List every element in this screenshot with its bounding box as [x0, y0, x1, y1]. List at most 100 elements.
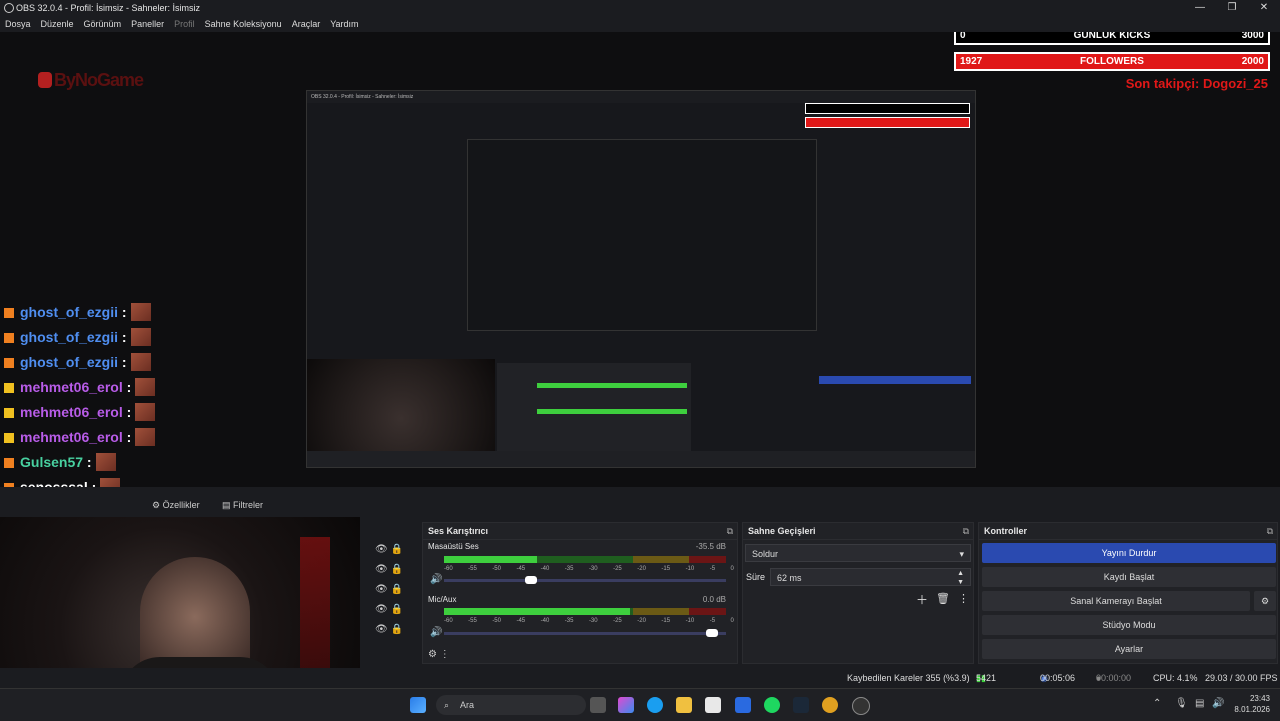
edge-icon[interactable] [647, 697, 663, 713]
search-icon: ⌕ [444, 700, 450, 710]
chat-username: mehmet06_erol [20, 429, 123, 445]
tick-label: -45 [516, 618, 526, 624]
start-virtual-camera-button[interactable]: Sanal Kamerayı Başlat [982, 591, 1250, 611]
trash-icon[interactable]: 🗑 [936, 592, 950, 605]
chat-message: Gulsen57 : [4, 450, 304, 475]
source-row[interactable]: 👁 🔒 [361, 560, 411, 580]
taskbar-search[interactable]: ⌕ Ara [436, 695, 586, 715]
source-row[interactable]: 👁 🔒 [361, 600, 411, 620]
tick-label: -20 [637, 566, 646, 572]
filters-button[interactable]: ▤ Filtreler [222, 494, 263, 516]
start-recording-button[interactable]: Kaydı Başlat [982, 567, 1276, 587]
menu-view[interactable]: Görünüm [79, 16, 127, 32]
tick-label: -15 [661, 566, 671, 572]
tick-label: -50 [492, 566, 501, 572]
network-icon[interactable]: ▤ [1195, 698, 1204, 709]
chat-badge-icon [4, 458, 14, 468]
tick-label: -40 [540, 566, 550, 572]
cpu-usage: CPU: 4.1% [1153, 673, 1198, 683]
task-view-icon[interactable] [590, 697, 606, 713]
transition-select[interactable]: Soldur ▾ [745, 544, 971, 562]
channel-db: 0.0 dB [702, 595, 726, 604]
menu-docks[interactable]: Paneller [126, 16, 169, 32]
properties-button[interactable]: ⚙ Özellikler [152, 494, 200, 516]
preview-canvas[interactable]: ByNoGame 0 GÜNLÜK KICKS 3000 1927 FOLLOW… [0, 32, 1280, 487]
menu-help[interactable]: Yardım [325, 16, 363, 32]
clock[interactable]: 23:43 8.01.2026 [1234, 693, 1270, 715]
mute-icon[interactable]: 🔊 [430, 574, 442, 585]
steam-icon[interactable] [793, 697, 809, 713]
channel-name: Masaüstü Ses [428, 542, 479, 551]
tick-label: 0 [730, 566, 734, 572]
volume-icon[interactable]: 🔊 [1212, 698, 1224, 709]
chat-message: ghost_of_ezgii : [4, 300, 304, 325]
dock-float-icon[interactable]: ⧉ [727, 523, 733, 539]
tick-label: -20 [637, 618, 646, 624]
chat-badge-icon [4, 408, 14, 418]
tick-label: -30 [588, 618, 598, 624]
tick-label: -35 [564, 618, 574, 624]
tick-label: -10 [685, 618, 695, 624]
source-row[interactable]: 👁 🔒 [361, 620, 411, 640]
menu-scene-collection[interactable]: Sahne Koleksiyonu [200, 16, 287, 32]
mixer-title: Ses Karıştırıcı [428, 526, 489, 536]
close-button[interactable]: ✕ [1248, 0, 1280, 16]
tray-chevron-icon[interactable]: ⌃ [1153, 698, 1161, 709]
chat-emote [130, 303, 151, 321]
windows-start-icon[interactable] [410, 697, 426, 713]
file-explorer-icon[interactable] [676, 697, 692, 713]
dropped-frames: Kaybedilen Kareler 355 (%3.9) [847, 673, 970, 683]
chat-badge-icon [4, 308, 14, 318]
chrome-icon[interactable] [822, 697, 838, 713]
chat-emote [130, 353, 151, 371]
menu-edit[interactable]: Düzenle [36, 16, 79, 32]
volume-slider[interactable] [444, 629, 726, 637]
stepper-icon[interactable]: ▲ ▼ [957, 569, 964, 587]
tick-label: 0 [730, 618, 734, 624]
chat-username: ghost_of_ezgii [20, 354, 119, 370]
mail-icon[interactable] [735, 697, 751, 713]
tick-label: -35 [564, 566, 574, 572]
duration-label: Süre [746, 572, 766, 582]
brand-icon [38, 72, 52, 88]
chat-emote [130, 328, 151, 346]
stop-streaming-button[interactable]: Yayını Durdur [982, 543, 1276, 563]
source-row[interactable]: 👁 🔒 [361, 540, 411, 560]
chat-badge-icon [4, 433, 14, 443]
minimize-button[interactable]: — [1184, 0, 1216, 16]
meter-ticks: -60 -55 -50 -45 -40 -35 -30 -25 -20 -15 -10 -5 0 [444, 618, 734, 624]
copilot-icon[interactable] [618, 697, 634, 713]
meter-ticks: -60 -55 -50 -45 -40 -35 -30 -25 -20 -15 -10 -5 0 [444, 566, 734, 572]
obs-taskbar-icon[interactable] [852, 697, 870, 715]
menu-profile[interactable]: Profil [169, 16, 200, 32]
mute-icon[interactable]: 🔊 [430, 627, 442, 638]
chat-username: mehmet06_erol [20, 404, 123, 420]
volume-slider[interactable] [444, 576, 726, 584]
menu-file[interactable]: Dosya [0, 16, 36, 32]
level-meter [444, 556, 726, 563]
spotify-icon[interactable] [764, 697, 780, 713]
channel-db: -35.5 dB [695, 542, 726, 551]
virtual-camera-settings-icon[interactable]: ⚙ [1254, 591, 1276, 611]
dock-float-icon[interactable]: ⧉ [963, 523, 969, 539]
studio-mode-button[interactable]: Stüdyo Modu [982, 615, 1276, 635]
store-icon[interactable] [705, 697, 721, 713]
maximize-button[interactable]: ❐ [1216, 0, 1248, 16]
mixer-settings-icon[interactable]: ⚙ ⋮ [428, 649, 450, 660]
chat-message: ghost_of_ezgii : [4, 325, 304, 350]
duration-input[interactable]: 62 ms ▲ ▼ [770, 568, 971, 586]
dock-float-icon[interactable]: ⧉ [1267, 523, 1273, 539]
chat-badge-icon [4, 358, 14, 368]
chat-username: senosssal [20, 479, 88, 487]
more-options-icon[interactable]: ⋮ [958, 592, 969, 605]
obs-logo-icon [4, 3, 14, 13]
menu-tools[interactable]: Araçlar [287, 16, 326, 32]
fps-counter: 29.03 / 30.00 FPS [1205, 673, 1278, 683]
tick-label: -10 [685, 566, 695, 572]
add-transition-button[interactable]: ＋ [916, 591, 928, 608]
chat-badge-icon [4, 333, 14, 343]
settings-button[interactable]: Ayarlar [982, 639, 1276, 659]
microphone-icon[interactable]: 🎙 [1175, 698, 1188, 709]
tick-label: -55 [468, 566, 477, 572]
source-row[interactable]: 👁 🔒 [361, 580, 411, 600]
